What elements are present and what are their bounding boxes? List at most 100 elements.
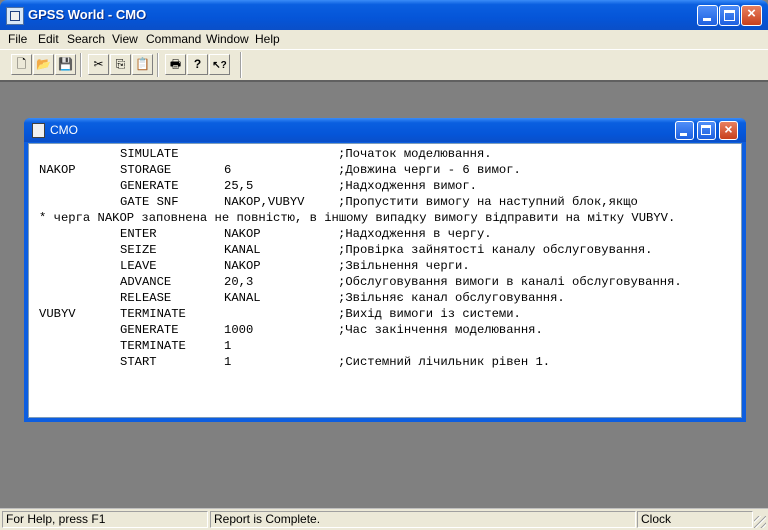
code-operation: ENTER xyxy=(120,227,157,241)
code-operands: NAKOP xyxy=(224,259,261,273)
code-operation: LEAVE xyxy=(120,259,157,273)
save-button[interactable]: 💾 xyxy=(55,54,76,75)
cmo-model-window[interactable]: CMO × SIMULATE ;Початок моделювання. NAKOP… xyxy=(24,118,746,422)
new-button[interactable]: 🗋 xyxy=(11,54,32,75)
paste-icon: 📋 xyxy=(135,57,150,71)
code-comment: ;Час закінчення моделювання. xyxy=(338,323,543,337)
code-line: GATE SNF NAKOP,VUBYV ;Пропустити вимогу на… xyxy=(29,195,741,211)
code-line: RELEASE KANAL ;Звільняє канал обслуговуван… xyxy=(29,291,741,307)
toolbar-separator xyxy=(157,53,159,77)
code-editor[interactable]: SIMULATE ;Початок моделювання. NAKOP STORAG… xyxy=(28,143,742,418)
code-line: LEAVE NAKOP ;Звільнення черги. xyxy=(29,259,741,275)
code-operands: NAKOP xyxy=(224,227,261,241)
document-icon[interactable] xyxy=(32,123,45,138)
toolbar-separator xyxy=(80,53,82,77)
child-window-title: CMO xyxy=(50,123,78,137)
code-line: TERMINATE 1 xyxy=(29,339,741,355)
code-operation: TERMINATE xyxy=(120,339,186,353)
child-minimize-button[interactable] xyxy=(675,121,694,140)
close-icon: × xyxy=(724,121,733,137)
save-icon: 💾 xyxy=(58,57,73,71)
maximize-icon xyxy=(724,10,735,21)
code-operation: GENERATE xyxy=(120,179,179,193)
close-icon: × xyxy=(747,5,756,22)
cut-button[interactable]: ✂ xyxy=(88,54,109,75)
menu-window[interactable]: Window xyxy=(206,32,249,46)
gpss-app-icon[interactable] xyxy=(6,7,24,25)
code-label: VUBYV xyxy=(39,307,76,321)
code-comment: ;Обслуговування вимоги в каналі обслугов… xyxy=(338,275,682,289)
code-operands: 6 xyxy=(224,163,232,177)
code-comment: ;Надходження вимог. xyxy=(338,179,477,193)
code-operation: RELEASE xyxy=(120,291,172,305)
code-label: NAKOP xyxy=(39,163,76,177)
code-comment: ;Звільняє канал обслуговування. xyxy=(338,291,565,305)
code-comment: ;Вихід вимоги із системи. xyxy=(338,307,521,321)
code-operands: KANAL xyxy=(224,291,261,305)
menu-file[interactable]: File xyxy=(8,32,27,46)
code-line: ENTER NAKOP ;Надходження в чергу. xyxy=(29,227,741,243)
maximize-button[interactable] xyxy=(719,5,740,26)
code-line: NAKOP STORAGE 6 ;Довжина черги - 6 вимог. xyxy=(29,163,741,179)
code-operation: SEIZE xyxy=(120,243,157,257)
status-clock: Clock xyxy=(637,511,753,528)
child-maximize-button[interactable] xyxy=(697,121,716,140)
code-comment: ;Початок моделювання. xyxy=(338,147,492,161)
code-operation: STORAGE xyxy=(120,163,172,177)
minimize-icon xyxy=(703,18,711,21)
new-icon: 🗋 xyxy=(16,57,27,71)
print-button[interactable]: 🖶 xyxy=(165,54,186,75)
code-operands: 20,3 xyxy=(224,275,254,289)
menu-edit[interactable]: Edit xyxy=(38,32,59,46)
context-help-icon: ↖? xyxy=(212,60,227,71)
code-comment: ;Довжина черги - 6 вимог. xyxy=(338,163,521,177)
menu-command[interactable]: Command xyxy=(146,32,201,46)
code-operands: 1 xyxy=(224,355,232,369)
code-line: GENERATE 25,5 ;Надходження вимог. xyxy=(29,179,741,195)
minimize-icon xyxy=(680,133,687,136)
child-close-button[interactable]: × xyxy=(719,121,738,140)
code-operation: GATE SNF xyxy=(120,195,179,209)
print-icon: 🖶 xyxy=(169,57,182,71)
status-report: Report is Complete. xyxy=(210,511,636,528)
code-line: SEIZE KANAL ;Провірка зайнятості каналу об… xyxy=(29,243,741,259)
code-operands: 1 xyxy=(224,339,232,353)
code-line: VUBYV TERMINATE ;Вихід вимоги із системи. xyxy=(29,307,741,323)
open-button[interactable]: 📂 xyxy=(33,54,54,75)
code-operands: 25,5 xyxy=(224,179,254,193)
code-operation: GENERATE xyxy=(120,323,179,337)
code-line: START 1 ;Системний лічильник рівен 1. xyxy=(29,355,741,371)
code-comment-line: * черга NAKOP заповнена не повністю, в і… xyxy=(39,211,676,225)
child-title-bar[interactable]: CMO × xyxy=(24,118,746,142)
code-operands: NAKOP,VUBYV xyxy=(224,195,305,209)
cut-icon: ✂ xyxy=(93,57,104,71)
main-title-bar[interactable]: GPSS World - CMO × xyxy=(0,0,768,30)
close-button[interactable]: × xyxy=(741,5,762,26)
menu-search[interactable]: Search xyxy=(67,32,105,46)
maximize-icon xyxy=(701,125,711,135)
code-operation: SIMULATE xyxy=(120,147,179,161)
code-operation: ADVANCE xyxy=(120,275,172,289)
code-line: SIMULATE ;Початок моделювання. xyxy=(29,147,741,163)
copy-icon: ⎘ xyxy=(115,57,126,71)
menu-help[interactable]: Help xyxy=(255,32,280,46)
code-comment: ;Системний лічильник рівен 1. xyxy=(338,355,551,369)
code-operands: KANAL xyxy=(224,243,261,257)
menu-view[interactable]: View xyxy=(112,32,138,46)
window-title: GPSS World - CMO xyxy=(28,7,147,22)
copy-button[interactable]: ⎘ xyxy=(110,54,131,75)
context-help-button[interactable]: ↖? xyxy=(209,54,230,75)
open-icon: 📂 xyxy=(36,57,51,71)
paste-button[interactable]: 📋 xyxy=(132,54,153,75)
menu-bar: File Edit Search View Command Window Hel… xyxy=(0,30,768,49)
resize-grip[interactable] xyxy=(754,516,766,528)
code-comment: ;Надходження в чергу. xyxy=(338,227,492,241)
status-help-text: For Help, press F1 xyxy=(2,511,208,528)
help-button[interactable]: ? xyxy=(187,54,208,75)
help-icon: ? xyxy=(193,57,202,71)
code-line: GENERATE 1000 ;Час закінчення моделювання. xyxy=(29,323,741,339)
code-operands: 1000 xyxy=(224,323,254,337)
minimize-button[interactable] xyxy=(697,5,718,26)
code-comment: ;Пропустити вимогу на наступний блок,якщ… xyxy=(338,195,638,209)
code-comment: ;Звільнення черги. xyxy=(338,259,470,273)
